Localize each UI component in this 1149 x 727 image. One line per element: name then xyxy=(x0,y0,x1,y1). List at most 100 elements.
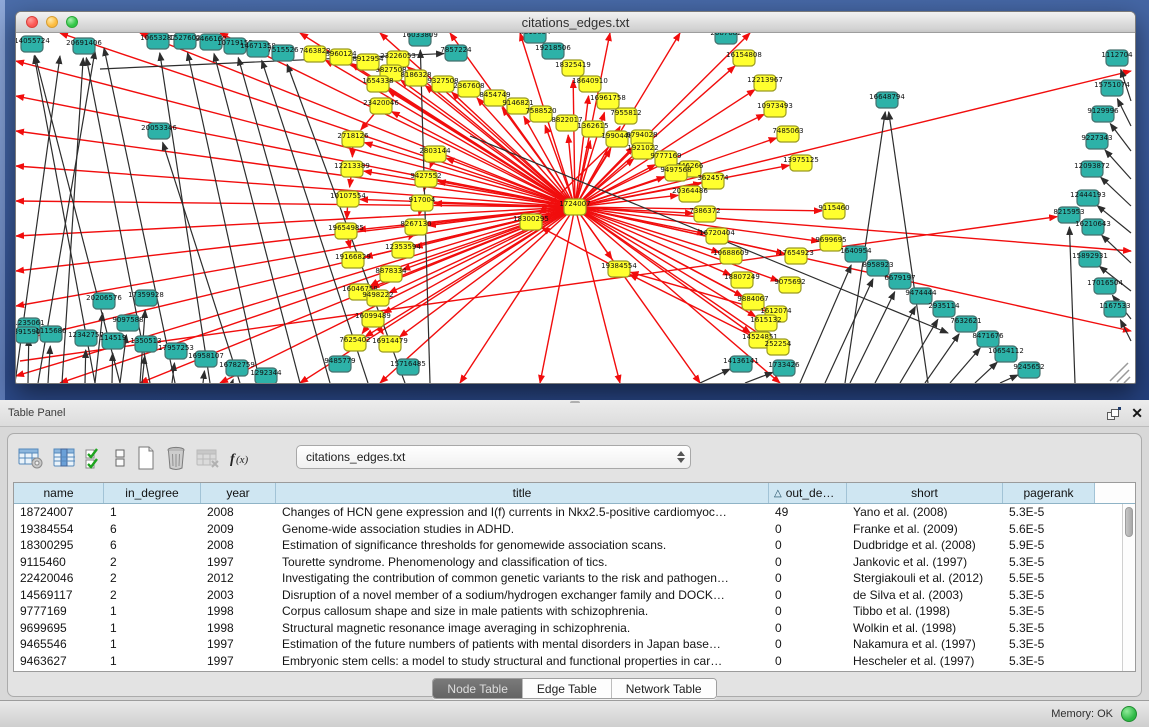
table-cell[interactable]: Stergiakouli et al. (2012) xyxy=(847,571,1003,585)
tab-edge-table[interactable]: Edge Table xyxy=(523,679,612,698)
table-cell[interactable]: Estimation of significance thresholds fo… xyxy=(276,538,769,552)
column-header-name[interactable]: name xyxy=(14,483,104,503)
table-row[interactable]: 911546021997Tourette syndrome. Phenomeno… xyxy=(14,554,1122,571)
delete-column-button[interactable] xyxy=(165,443,187,473)
table-cell[interactable]: 1 xyxy=(104,604,201,618)
table-cell[interactable]: 5.3E-5 xyxy=(1003,555,1095,569)
table-cell[interactable]: 2003 xyxy=(201,588,276,602)
window-resize-grip[interactable] xyxy=(1110,363,1130,383)
graph-node[interactable]: 1733426 xyxy=(768,360,800,376)
table-cell[interactable]: 19384554 xyxy=(14,522,104,536)
table-cell[interactable]: Embryonic stem cells: a model to study s… xyxy=(276,654,769,668)
table-cell[interactable]: 9463627 xyxy=(14,654,104,668)
graph-node[interactable]: 2935114 xyxy=(928,301,960,317)
graph-node[interactable]: 19166829 xyxy=(335,252,371,268)
graph-node[interactable]: 1167533 xyxy=(1099,301,1130,317)
table-cell[interactable]: 0 xyxy=(769,588,847,602)
graph-node[interactable]: 16154808 xyxy=(726,50,762,66)
graph-node[interactable]: 9427552 xyxy=(410,171,441,187)
minimize-window-button[interactable] xyxy=(46,16,58,28)
table-cell[interactable]: 49 xyxy=(769,505,847,519)
graph-node[interactable]: 1724007 xyxy=(559,199,590,215)
table-cell[interactable]: 22420046 xyxy=(14,571,104,585)
table-panel-titlebar[interactable]: Table Panel ✕ xyxy=(0,400,1149,427)
table-cell[interactable]: 9699695 xyxy=(14,621,104,635)
graph-node[interactable]: 9497568 xyxy=(660,165,691,181)
column-header-in-degree[interactable]: in_degree xyxy=(104,483,201,503)
delete-table-button[interactable] xyxy=(196,443,220,473)
table-cell[interactable]: 2008 xyxy=(201,505,276,519)
graph-node[interactable]: 9115460 xyxy=(818,203,849,219)
graph-node[interactable]: 17016504 xyxy=(1087,278,1123,294)
table-cell[interactable]: 1997 xyxy=(201,555,276,569)
column-header-out-degree[interactable]: △ out_de… xyxy=(769,483,847,503)
graph-node[interactable]: 6679197 xyxy=(884,273,915,289)
scrollbar-thumb[interactable] xyxy=(1125,507,1133,537)
column-header-title[interactable]: title xyxy=(276,483,769,503)
graph-node[interactable]: 14055724 xyxy=(16,36,50,52)
table-cell[interactable]: Franke et al. (2009) xyxy=(847,522,1003,536)
table-cell[interactable]: 9465546 xyxy=(14,637,104,651)
table-cell[interactable]: 6 xyxy=(104,538,201,552)
table-row[interactable]: 1938455462009Genome-wide association stu… xyxy=(14,521,1122,538)
graph-node[interactable]: 7463822 xyxy=(299,46,330,62)
citation-network-graph[interactable]: 1724007183002952322605398275088186328932… xyxy=(16,33,1135,383)
table-cell[interactable]: 0 xyxy=(769,604,847,618)
create-column-button[interactable] xyxy=(136,443,156,473)
table-cell[interactable]: 18300295 xyxy=(14,538,104,552)
graph-node[interactable]: 16914479 xyxy=(372,336,408,352)
graph-node[interactable]: 12093872 xyxy=(1074,161,1110,177)
graph-node[interactable]: 7625402 xyxy=(339,335,370,351)
table-cell[interactable]: 5.3E-5 xyxy=(1003,637,1095,651)
network-canvas[interactable]: 1724007183002952322605398275088186328932… xyxy=(16,33,1135,383)
graph-node[interactable]: 1654338 xyxy=(362,76,393,92)
graph-node[interactable]: 7632621 xyxy=(950,316,981,332)
window-titlebar[interactable]: citations_edges.txt xyxy=(16,12,1135,33)
graph-node[interactable]: 18807249 xyxy=(724,272,760,288)
zoom-window-button[interactable] xyxy=(66,16,78,28)
table-row[interactable]: 1830029562008Estimation of significance … xyxy=(14,537,1122,554)
graph-node[interactable]: 10688609 xyxy=(713,248,749,264)
graph-node[interactable]: 19218506 xyxy=(535,43,571,59)
close-window-button[interactable] xyxy=(26,16,38,28)
column-header-pagerank[interactable]: pagerank xyxy=(1003,483,1095,503)
table-cell[interactable]: Yano et al. (2008) xyxy=(847,505,1003,519)
memory-status-icon[interactable] xyxy=(1121,706,1137,722)
graph-node[interactable]: 15716485 xyxy=(390,359,426,375)
table-cell[interactable]: Changes of HCN gene expression and I(f) … xyxy=(276,505,769,519)
row-height-button[interactable] xyxy=(113,443,127,473)
table-cell[interactable]: 9115460 xyxy=(14,555,104,569)
table-cell[interactable]: 0 xyxy=(769,522,847,536)
graph-node[interactable]: 1350513 xyxy=(130,336,161,352)
column-header-short[interactable]: short xyxy=(847,483,1003,503)
table-selector-dropdown[interactable]: citations_edges.txt xyxy=(296,445,691,469)
column-header-year[interactable]: year xyxy=(201,483,276,503)
graph-node[interactable]: 917004 xyxy=(409,195,436,211)
graph-node[interactable]: 114519 xyxy=(100,333,127,349)
table-mode-button[interactable] xyxy=(18,443,44,473)
graph-node[interactable]: 1115686 xyxy=(35,326,67,342)
table-cell[interactable]: 5.5E-5 xyxy=(1003,571,1095,585)
table-cell[interactable]: Wolkin et al. (1998) xyxy=(847,621,1003,635)
graph-node[interactable]: 8267130 xyxy=(400,219,431,235)
table-cell[interactable]: 5.3E-5 xyxy=(1003,604,1095,618)
table-cell[interactable]: 1997 xyxy=(201,637,276,651)
row-selection-button[interactable] xyxy=(84,443,104,473)
graph-node[interactable]: 9129996 xyxy=(1087,106,1119,122)
table-cell[interactable]: 2 xyxy=(104,588,201,602)
graph-node[interactable]: 12213967 xyxy=(747,75,783,91)
table-cell[interactable]: 5.3E-5 xyxy=(1003,505,1095,519)
graph-node[interactable]: 7955812 xyxy=(610,108,641,124)
table-cell[interactable]: Corpus callosum shape and size in male p… xyxy=(276,604,769,618)
table-cell[interactable]: 5.3E-5 xyxy=(1003,588,1095,602)
table-cell[interactable]: 1998 xyxy=(201,604,276,618)
graph-node[interactable]: 15751074 xyxy=(1094,80,1130,96)
graph-node[interactable]: 17654923 xyxy=(778,248,814,264)
table-row[interactable]: 1456911722003Disruption of a novel membe… xyxy=(14,587,1122,604)
table-cell[interactable]: Hescheler et al. (1997) xyxy=(847,654,1003,668)
graph-node[interactable]: 2803144 xyxy=(419,146,451,162)
graph-node[interactable]: 16648794 xyxy=(869,92,905,108)
table-row[interactable]: 2242004622012Investigating the contribut… xyxy=(14,570,1122,587)
table-cell[interactable]: 0 xyxy=(769,555,847,569)
table-row[interactable]: 946362711997Embryonic stem cells: a mode… xyxy=(14,653,1122,670)
